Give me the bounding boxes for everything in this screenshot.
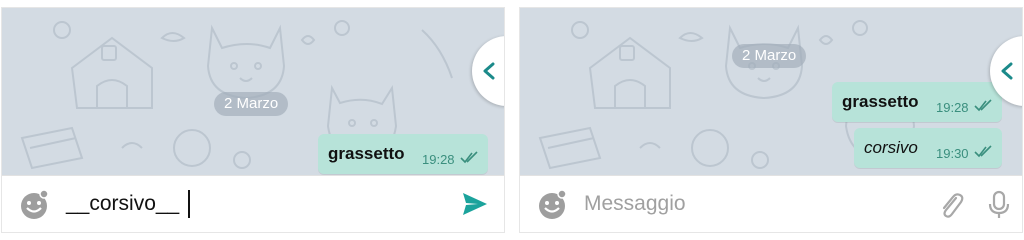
emoji-icon[interactable] xyxy=(536,189,568,221)
microphone-icon[interactable] xyxy=(986,190,1012,220)
paperclip-icon[interactable] xyxy=(936,190,966,220)
message-composer: Messaggio xyxy=(520,175,1022,232)
message-bubble[interactable]: corsivo 19:30 xyxy=(854,128,1002,168)
message-text: corsivo xyxy=(864,138,918,157)
text-cursor xyxy=(188,190,190,218)
message-time: 19:30 xyxy=(936,146,969,161)
message-text: grassetto xyxy=(842,92,919,111)
emoji-icon[interactable] xyxy=(18,189,50,221)
chat-screen-after: 2 Marzo grassetto 19:28 corsivo 19:30 Me… xyxy=(520,8,1022,232)
message-composer: __corsivo__ xyxy=(2,175,504,232)
double-check-icon xyxy=(460,151,478,164)
chevron-left-icon xyxy=(1001,62,1013,80)
message-time: 19:28 xyxy=(422,152,455,167)
message-text: grassetto xyxy=(328,144,405,163)
message-bubble[interactable]: grassetto 19:28 xyxy=(832,82,1002,122)
chevron-left-icon xyxy=(483,62,495,80)
message-bubble[interactable]: grassetto 19:28 xyxy=(318,134,488,174)
send-icon[interactable] xyxy=(462,192,488,216)
message-input[interactable]: Messaggio xyxy=(584,192,686,216)
message-input[interactable]: __corsivo__ xyxy=(66,192,179,216)
double-check-icon xyxy=(974,145,992,158)
message-time: 19:28 xyxy=(936,100,969,115)
date-divider: 2 Marzo xyxy=(732,44,807,68)
chat-screen-before: 2 Marzo grassetto 19:28 __corsivo__ xyxy=(2,8,504,232)
date-divider: 2 Marzo xyxy=(214,92,289,116)
double-check-icon xyxy=(974,99,992,112)
